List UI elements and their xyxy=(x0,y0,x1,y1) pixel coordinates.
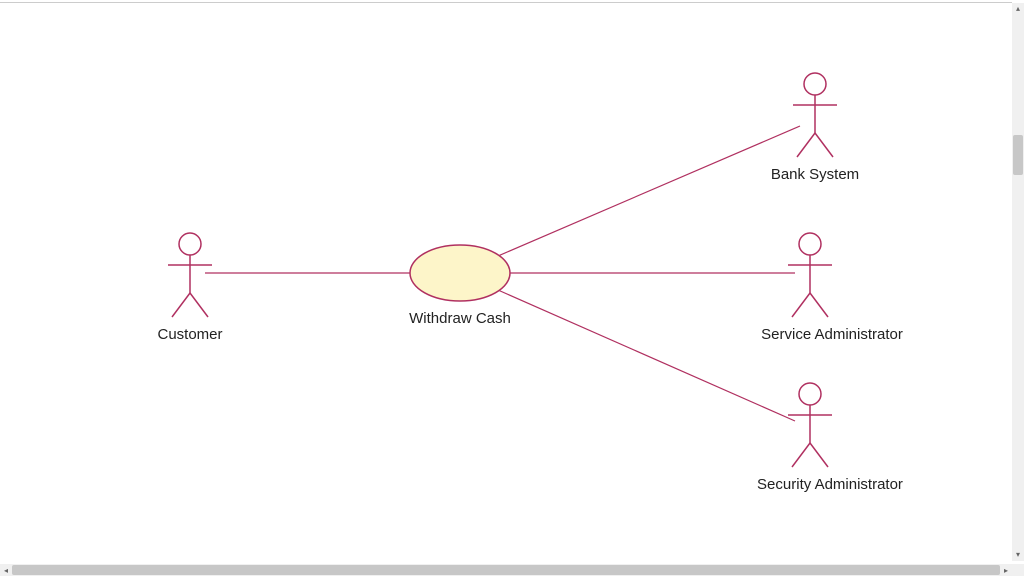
scroll-down-arrow-icon[interactable]: ▾ xyxy=(1012,549,1024,561)
horizontal-scrollbar[interactable]: ◂ ▸ xyxy=(0,564,1012,576)
scroll-corner xyxy=(1012,564,1024,576)
usecase-withdraw-cash[interactable]: Withdraw Cash xyxy=(409,245,511,327)
actor-security-admin[interactable]: Security Administrator xyxy=(757,383,903,493)
actor-bank-label: Bank System xyxy=(771,166,859,183)
assoc-usecase-security xyxy=(498,290,795,421)
scroll-up-arrow-icon[interactable]: ▴ xyxy=(1012,3,1024,15)
actor-bank-system[interactable]: Bank System xyxy=(771,73,859,183)
diagram-viewport: Withdraw Cash Customer Bank System xyxy=(0,0,1024,576)
vertical-scrollbar[interactable]: ▴ ▾ xyxy=(1012,3,1024,561)
actor-security-label: Security Administrator xyxy=(757,476,903,493)
scroll-right-arrow-icon[interactable]: ▸ xyxy=(1000,564,1012,576)
horizontal-scroll-track[interactable] xyxy=(12,564,1000,576)
actor-service-admin[interactable]: Service Administrator xyxy=(761,233,903,343)
horizontal-scroll-thumb[interactable] xyxy=(12,565,1000,575)
vertical-scroll-track[interactable] xyxy=(1012,15,1024,549)
assoc-usecase-bank xyxy=(498,126,800,256)
actor-customer-label: Customer xyxy=(157,326,222,343)
scroll-left-arrow-icon[interactable]: ◂ xyxy=(0,564,12,576)
actor-service-label: Service Administrator xyxy=(761,326,903,343)
actor-customer[interactable]: Customer xyxy=(157,233,222,343)
usecase-label: Withdraw Cash xyxy=(409,310,511,327)
use-case-diagram: Withdraw Cash Customer Bank System xyxy=(0,3,1012,561)
diagram-canvas[interactable]: Withdraw Cash Customer Bank System xyxy=(0,3,1012,561)
vertical-scroll-thumb[interactable] xyxy=(1013,135,1023,175)
